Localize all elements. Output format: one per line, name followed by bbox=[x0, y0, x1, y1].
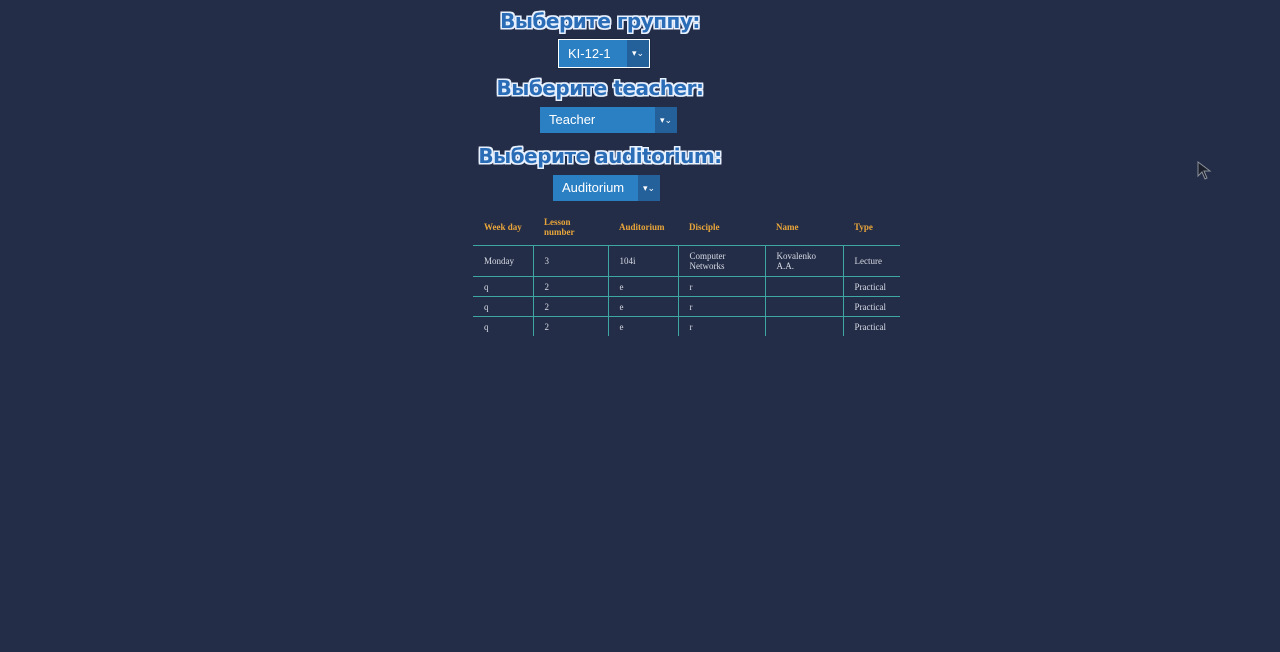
teacher-select-value: Teacher bbox=[549, 112, 596, 127]
table-row: q 2 e r Practical bbox=[473, 276, 900, 297]
schedule-table: Week day Lesson number Auditorium Discip… bbox=[473, 208, 900, 336]
chevron-down-icon: ▾⌄ bbox=[655, 107, 677, 133]
cell-week-day: Monday bbox=[473, 245, 533, 277]
header-week-day: Week day bbox=[473, 208, 533, 246]
cell-disciple: r bbox=[677, 276, 765, 297]
group-select[interactable]: KI-12-1 ▾⌄ bbox=[557, 38, 651, 69]
group-heading: Выберите группу: bbox=[500, 9, 700, 33]
cell-disciple: r bbox=[677, 316, 765, 336]
teacher-heading: Выберите teacher: bbox=[496, 76, 704, 100]
cell-lesson-number: 2 bbox=[532, 276, 608, 297]
header-name: Name bbox=[765, 208, 843, 246]
chevron-down-icon: ▾⌄ bbox=[638, 175, 660, 201]
cell-disciple: r bbox=[677, 296, 765, 317]
auditorium-select-value: Auditorium bbox=[562, 180, 625, 195]
group-select-value: KI-12-1 bbox=[568, 46, 611, 61]
teacher-select[interactable]: Teacher ▾⌄ bbox=[540, 107, 677, 133]
table-header-row: Week day Lesson number Auditorium Discip… bbox=[473, 208, 900, 246]
cell-type: Lecture bbox=[842, 245, 900, 277]
page: Выберите группу: KI-12-1 ▾⌄ Выберите tea… bbox=[0, 0, 1280, 652]
table-row: Monday 3 104i Computer Networks Kovalenk… bbox=[473, 245, 900, 277]
cell-week-day: q bbox=[473, 296, 533, 317]
cell-disciple: Computer Networks bbox=[677, 245, 765, 277]
chevron-down-icon: ▾⌄ bbox=[627, 40, 649, 67]
mouse-cursor-icon bbox=[1197, 161, 1212, 180]
cell-auditorium: e bbox=[607, 276, 678, 297]
header-type: Type bbox=[843, 208, 900, 246]
cell-lesson-number: 2 bbox=[532, 316, 608, 336]
cell-type: Practical bbox=[842, 296, 900, 317]
cell-week-day: q bbox=[473, 276, 533, 297]
table-row: q 2 e r Practical bbox=[473, 316, 900, 336]
cell-name bbox=[764, 276, 843, 297]
cell-lesson-number: 3 bbox=[532, 245, 608, 277]
header-auditorium: Auditorium bbox=[608, 208, 678, 246]
table-row: q 2 e r Practical bbox=[473, 296, 900, 317]
cell-type: Practical bbox=[842, 316, 900, 336]
cell-name: Kovalenko A.A. bbox=[764, 245, 843, 277]
cell-name bbox=[764, 316, 843, 336]
header-lesson-number: Lesson number bbox=[533, 208, 608, 246]
auditorium-heading: Выберите auditorium: bbox=[478, 144, 722, 168]
auditorium-select[interactable]: Auditorium ▾⌄ bbox=[553, 175, 660, 201]
cell-name bbox=[764, 296, 843, 317]
cell-type: Practical bbox=[842, 276, 900, 297]
header-disciple: Disciple bbox=[678, 208, 765, 246]
cell-auditorium: 104i bbox=[607, 245, 678, 277]
cell-week-day: q bbox=[484, 321, 489, 332]
cell-auditorium: e bbox=[607, 316, 678, 336]
cell-lesson-number: 2 bbox=[532, 296, 608, 317]
cell-auditorium: e bbox=[607, 296, 678, 317]
